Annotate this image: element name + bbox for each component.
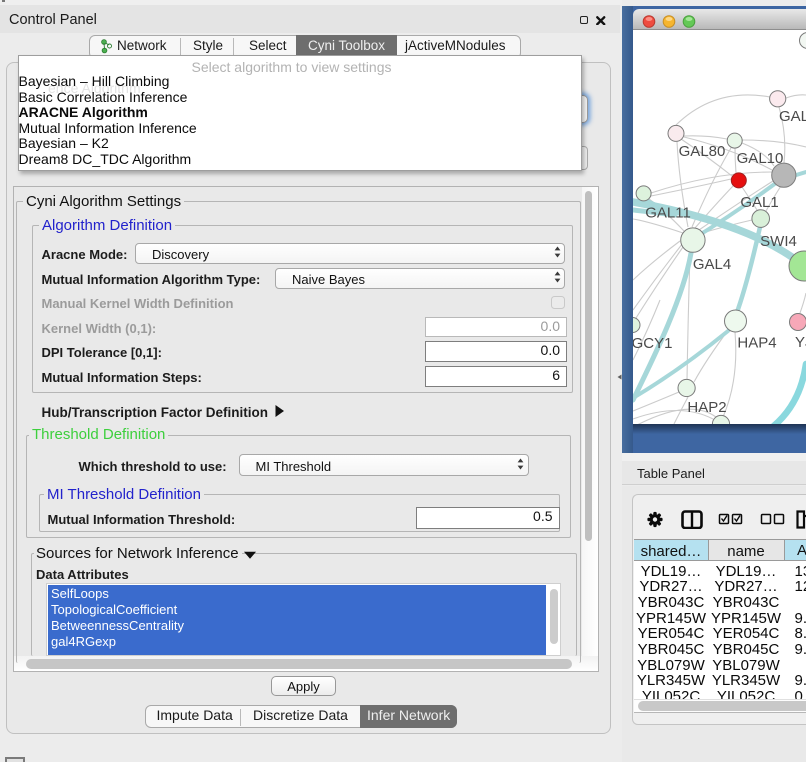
- svg-text:GAL1: GAL1: [740, 194, 778, 211]
- svg-text:GAL4: GAL4: [693, 256, 731, 273]
- svg-text:YJ: YJ: [795, 334, 806, 351]
- svg-text:HAP4: HAP4: [737, 335, 776, 352]
- svg-text:GAL7: GAL7: [779, 108, 806, 125]
- svg-text:GAL11: GAL11: [645, 205, 691, 222]
- svg-text:HAP2: HAP2: [687, 399, 726, 416]
- svg-text:GAL10: GAL10: [737, 150, 784, 167]
- svg-text:SWI4: SWI4: [760, 233, 797, 250]
- svg-text:GAL80: GAL80: [679, 143, 726, 160]
- svg-text:GCY1: GCY1: [633, 335, 672, 352]
